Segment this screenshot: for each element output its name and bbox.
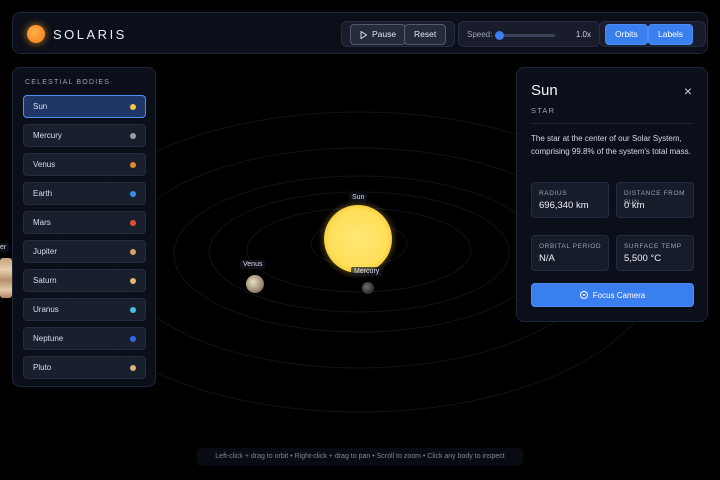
color-dot-icon (130, 162, 136, 168)
orbits-toggle-button[interactable]: Orbits (605, 24, 648, 45)
speed-slider-thumb[interactable] (495, 31, 504, 40)
jupiter-body[interactable] (0, 258, 12, 298)
color-dot-icon (130, 336, 136, 342)
body-info-panel: Sun STAR × The star at the center of our… (516, 67, 708, 322)
stat-distance: DISTANCE FROM SUN 0 km (616, 182, 694, 218)
controls-hint: Left-click + drag to orbit • Right-click… (197, 448, 523, 466)
info-type: STAR (531, 106, 556, 115)
sun-logo-icon (27, 25, 45, 43)
stat-value: 5,500 °C (624, 253, 662, 264)
view-toggles: Orbits Labels (599, 21, 706, 47)
sidebar-item-label: Jupiter (33, 247, 58, 256)
color-dot-icon (130, 307, 136, 313)
focus-camera-button[interactable]: Focus Camera (531, 283, 694, 307)
info-divider (531, 123, 693, 124)
stat-orbital-period: ORBITAL PERIOD N/A (531, 235, 609, 271)
reset-button-label: Reset (414, 29, 437, 39)
sidebar-item-jupiter[interactable]: Jupiter (23, 240, 146, 263)
reset-button[interactable]: Reset (404, 24, 447, 45)
pause-button[interactable]: Pause (350, 24, 407, 45)
speed-label: Speed: (467, 30, 493, 39)
stat-surface-temp: SURFACE TEMP 5,500 °C (616, 235, 694, 271)
stat-label: RADIUS (539, 190, 568, 197)
sidebar-item-venus[interactable]: Venus (23, 153, 146, 176)
sun-label: Sun (349, 193, 368, 202)
color-dot-icon (130, 278, 136, 284)
color-dot-icon (130, 365, 136, 371)
info-title: Sun (531, 82, 558, 99)
brand-title: SOLARIS (53, 26, 127, 42)
celestial-bodies-panel: CELESTIAL BODIES Sun Mercury Venus Earth Mar… (12, 67, 156, 387)
sidebar-item-label: Saturn (33, 276, 57, 285)
sidebar-item-neptune[interactable]: Neptune (23, 327, 146, 350)
sidebar-item-sun[interactable]: Sun (23, 95, 146, 118)
sidebar-item-mercury[interactable]: Mercury (23, 124, 146, 147)
color-dot-icon (130, 104, 136, 110)
speed-value: 1.0x (575, 30, 591, 39)
labels-toggle-button[interactable]: Labels (648, 24, 694, 45)
sun-body[interactable] (324, 205, 392, 273)
celestial-bodies-title: CELESTIAL BODIES (25, 79, 111, 86)
stat-value: 0 km (624, 200, 645, 211)
venus-label: Venus (240, 260, 266, 269)
sidebar-item-label: Neptune (33, 334, 64, 343)
sidebar-item-saturn[interactable]: Saturn (23, 269, 146, 292)
sidebar-item-label: Earth (33, 189, 53, 198)
sidebar-item-pluto[interactable]: Pluto (23, 356, 146, 379)
sidebar-item-uranus[interactable]: Uranus (23, 298, 146, 321)
sidebar-item-label: Mercury (33, 131, 62, 140)
sidebar-item-label: Venus (33, 160, 56, 169)
mercury-label: Mercury (351, 267, 383, 276)
stat-value: N/A (539, 253, 555, 264)
offscreen-label: er (0, 243, 10, 252)
top-toolbar: SOLARIS Pause Reset Speed: 1.0x Orbits L… (12, 12, 708, 54)
venus-body[interactable] (246, 275, 264, 293)
color-dot-icon (130, 249, 136, 255)
stat-label: SURFACE TEMP (624, 243, 682, 250)
stat-value: 696,340 km (539, 200, 589, 211)
info-description: The star at the center of our Solar Syst… (531, 134, 691, 156)
mercury-body[interactable] (362, 282, 374, 294)
color-dot-icon (130, 220, 136, 226)
stat-radius: RADIUS 696,340 km (531, 182, 609, 218)
sidebar-item-mars[interactable]: Mars (23, 211, 146, 234)
speed-slider[interactable] (495, 31, 555, 40)
color-dot-icon (130, 191, 136, 197)
target-icon (579, 291, 588, 299)
play-icon (360, 30, 367, 39)
color-dot-icon (130, 133, 136, 139)
stat-label: ORBITAL PERIOD (539, 243, 602, 250)
sidebar-item-label: Uranus (33, 305, 59, 314)
focus-camera-label: Focus Camera (592, 290, 646, 300)
sidebar-item-earth[interactable]: Earth (23, 182, 146, 205)
pause-button-label: Pause (372, 29, 397, 39)
sidebar-item-label: Sun (33, 102, 48, 111)
sidebar-item-label: Pluto (33, 363, 52, 372)
sidebar-item-label: Mars (33, 218, 51, 227)
brand: SOLARIS (27, 25, 127, 43)
close-icon[interactable]: × (681, 84, 695, 98)
speed-control: Speed: 1.0x (458, 21, 600, 47)
playback-controls: Pause Reset (341, 21, 455, 47)
